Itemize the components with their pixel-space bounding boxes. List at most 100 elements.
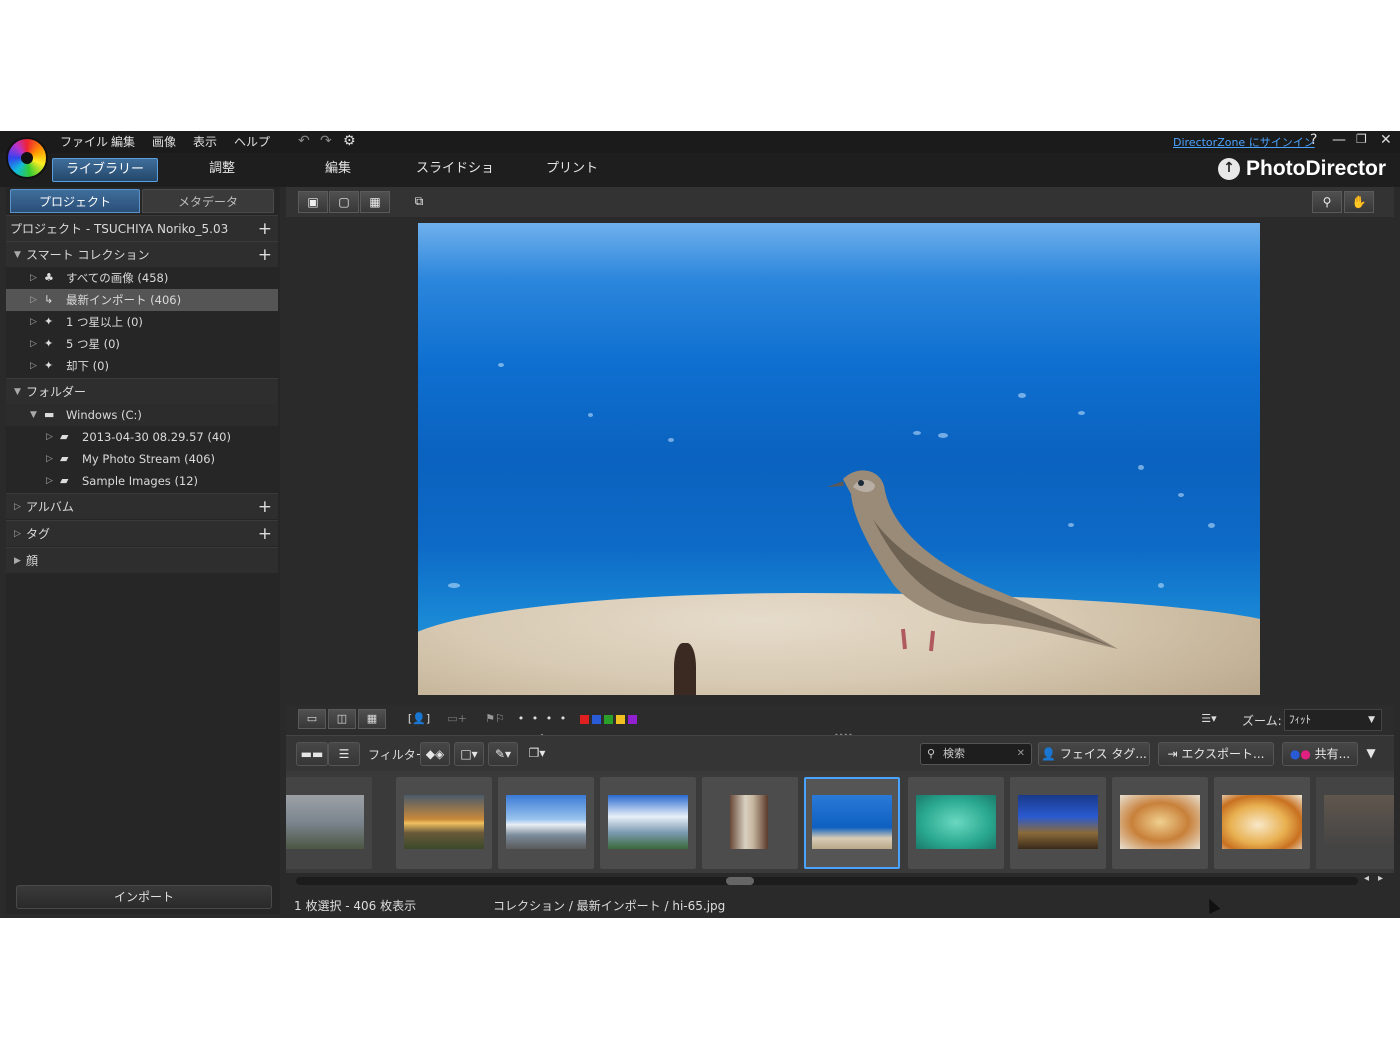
smart-collection-header[interactable]: ▼ スマート コレクション + (6, 241, 278, 267)
scrollbar-thumb[interactable] (726, 877, 754, 885)
face-tag-button[interactable]: 👤 フェイス タグ... (1038, 742, 1150, 766)
thumbnail[interactable] (498, 777, 594, 869)
folder-item[interactable]: ▷ ▰ My Photo Stream (406) (6, 448, 278, 470)
library-panel: プロジェクト メタデータ プロジェクト - TSUCHIYA Noriko_5.… (6, 187, 280, 914)
add-to-album-icon[interactable]: ▭+ (444, 710, 470, 730)
filmstrip-layout-icon[interactable]: ▭ (298, 709, 326, 729)
thumbnail[interactable] (1112, 777, 1208, 869)
thumbnail[interactable] (600, 777, 696, 869)
thumbnail[interactable] (1316, 777, 1394, 869)
flag-filter-icon[interactable]: ◆◈ (420, 742, 450, 766)
color-label-green[interactable] (604, 715, 613, 724)
tab-print[interactable]: プリント (540, 158, 604, 182)
compare-layout-icon[interactable]: ◫ (328, 709, 356, 729)
list-mode-icon[interactable]: ☰ (328, 742, 360, 766)
thumbnail[interactable] (908, 777, 1004, 869)
undo-icon[interactable]: ↶ (298, 133, 310, 149)
thumbnail-selected[interactable] (804, 777, 900, 869)
folder-drive[interactable]: ▼ ▬ Windows (C:) (6, 404, 278, 426)
tab-adjust[interactable]: 調整 (190, 158, 254, 182)
add-smart-collection-icon[interactable]: + (258, 242, 272, 268)
import-button[interactable]: インポート (16, 885, 272, 909)
minimize-button[interactable]: — (1332, 132, 1346, 148)
thumbnail[interactable] (702, 777, 798, 869)
label-filter-icon[interactable]: □▾ (454, 742, 484, 766)
hand-tool-icon[interactable]: ✋ (1344, 191, 1374, 213)
collection-item-5star[interactable]: ▷ ✦ 5 つ星 (0) (6, 333, 278, 355)
collapsed-arrow-icon: ▷ (30, 361, 37, 371)
edit-filter-icon[interactable]: ✎▾ (488, 742, 518, 766)
tag-header[interactable]: ▷ タグ + (6, 520, 278, 546)
color-label-blue[interactable] (592, 715, 601, 724)
folder-item[interactable]: ▷ ▰ Sample Images (12) (6, 470, 278, 492)
folders-title: フォルダー (26, 385, 87, 399)
thumbnail[interactable] (1010, 777, 1106, 869)
file-path: コレクション / 最新インポート / hi-65.jpg (493, 899, 726, 913)
close-button[interactable]: ✕ (1380, 132, 1392, 148)
folder-item[interactable]: ▷ ▰ 2013-04-30 08.29.57 (40) (6, 426, 278, 448)
project-header[interactable]: プロジェクト - TSUCHIYA Noriko_5.03 + (6, 215, 278, 241)
export-button[interactable]: ⇥ エクスポート... (1158, 742, 1274, 766)
search-input[interactable]: ⚲ 検索 ✕ (920, 743, 1032, 765)
folder-item-label: Sample Images (12) (82, 474, 199, 488)
scroll-right-icon[interactable]: ▸ (1378, 873, 1383, 884)
add-tag-icon[interactable]: + (258, 521, 272, 547)
reject-icon: ✦ (44, 359, 54, 372)
grid-layout-icon[interactable]: ▦ (358, 709, 386, 729)
preview-photo[interactable] (418, 223, 1260, 695)
collection-item-rejected[interactable]: ▷ ✦ 却下 (0) (6, 355, 278, 377)
settings-gear-icon[interactable]: ⚙ (343, 133, 356, 149)
collapsed-arrow-icon: ▷ (14, 529, 21, 539)
flag-icon[interactable]: ⚑⚐ (482, 710, 508, 730)
add-project-icon[interactable]: + (258, 216, 272, 242)
tab-metadata[interactable]: メタデータ (142, 189, 274, 213)
add-album-icon[interactable]: + (258, 494, 272, 520)
collection-item-all[interactable]: ▷ ♣ すべての画像 (458) (6, 267, 278, 289)
face-detect-icon[interactable]: [👤] (406, 710, 432, 730)
zoom-tool-icon[interactable]: ⚲ (1312, 191, 1342, 213)
menu-image[interactable]: 画像 (152, 133, 176, 150)
color-label-yellow[interactable] (616, 715, 625, 724)
help-button[interactable]: ? (1310, 132, 1317, 148)
collection-item-1star[interactable]: ▷ ✦ 1 つ星以上 (0) (6, 311, 278, 333)
thumbnail[interactable] (286, 777, 372, 869)
dropdown-arrow-icon: ▼ (1368, 715, 1375, 725)
rating-dots[interactable]: • • • • • (516, 710, 570, 743)
menu-edit[interactable]: 編集 (111, 133, 135, 150)
filmstrip-mode-icon[interactable]: ▬▬ (296, 742, 328, 766)
folder-drive-label: Windows (C:) (66, 408, 142, 422)
title-bar: ファイル 編集 画像 表示 ヘルプ ↶ ↷ ⚙ DirectorZone にサイ… (0, 131, 1400, 153)
tab-slideshow[interactable]: スライドショー (410, 158, 500, 198)
redo-icon[interactable]: ↷ (320, 133, 332, 149)
scroll-left-icon[interactable]: ◂ (1364, 873, 1369, 884)
tab-library[interactable]: ライブラリー (52, 158, 158, 182)
restore-button[interactable]: ❐ (1356, 132, 1367, 146)
face-header[interactable]: ▶ 顔 (6, 547, 278, 573)
menu-help[interactable]: ヘルプ (234, 133, 270, 150)
folders-header[interactable]: ▼ フォルダー (6, 378, 278, 404)
color-label-red[interactable] (580, 715, 589, 724)
thumbnail[interactable] (1214, 777, 1310, 869)
tab-edit[interactable]: 編集 (306, 158, 370, 182)
menu-view[interactable]: 表示 (193, 133, 217, 150)
share-button[interactable]: ●● 共有... (1282, 742, 1358, 766)
compare-view-icon[interactable]: ▣ (298, 191, 328, 213)
tab-project[interactable]: プロジェクト (10, 189, 140, 213)
album-header[interactable]: ▷ アルバム + (6, 493, 278, 519)
second-monitor-icon[interactable]: ⧉ (404, 191, 434, 213)
zoom-select[interactable]: ﾌｨｯﾄ ▼ (1284, 709, 1382, 731)
single-view-icon[interactable]: ▢ (329, 191, 359, 213)
menu-file[interactable]: ファイル (60, 133, 108, 150)
filmstrip-scrollbar[interactable] (296, 877, 1358, 885)
grid-view-icon[interactable]: ▦ (360, 191, 390, 213)
collection-item-latest-import[interactable]: ▷ ↳ 最新インポート (406) (6, 289, 278, 311)
share-dropdown-icon[interactable]: ▼ (1358, 742, 1384, 766)
upload-arrow-icon[interactable]: ↑ (1218, 158, 1240, 180)
clear-search-icon[interactable]: ✕ (1017, 744, 1025, 764)
color-label-purple[interactable] (628, 715, 637, 724)
stack-filter-icon[interactable]: ❐▾ (522, 742, 552, 766)
sort-menu-icon[interactable]: ☰▾ (1196, 710, 1222, 730)
thumbnail[interactable] (396, 777, 492, 869)
directorzone-signin-link[interactable]: DirectorZone にサインイン (1173, 134, 1315, 150)
module-bar: ライブラリー 調整 編集 スライドショー プリント (0, 153, 1400, 198)
